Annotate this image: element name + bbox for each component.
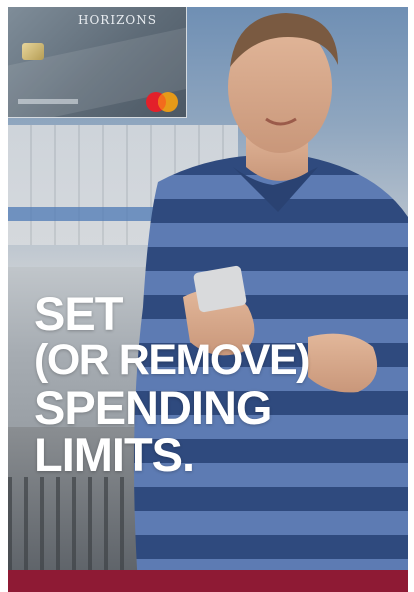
card-chip-icon (22, 43, 44, 60)
promo-poster: HORIZONS SET (OR REMOVE) SPENDING LIMITS… (8, 7, 408, 585)
headline-line-3: SPENDING (34, 381, 272, 434)
footer-color-bar (8, 570, 408, 592)
mastercard-logo-icon (146, 92, 178, 112)
headline-line-4: LIMITS. (34, 428, 195, 481)
headline: SET (OR REMOVE) SPENDING LIMITS. (34, 287, 310, 481)
headline-line-2: (OR REMOVE) (34, 336, 310, 384)
card-brand-logo: HORIZONS (78, 13, 157, 27)
headline-line-1: SET (34, 287, 123, 340)
credit-card-image: HORIZONS (8, 7, 187, 118)
card-number-placeholder (18, 99, 78, 104)
